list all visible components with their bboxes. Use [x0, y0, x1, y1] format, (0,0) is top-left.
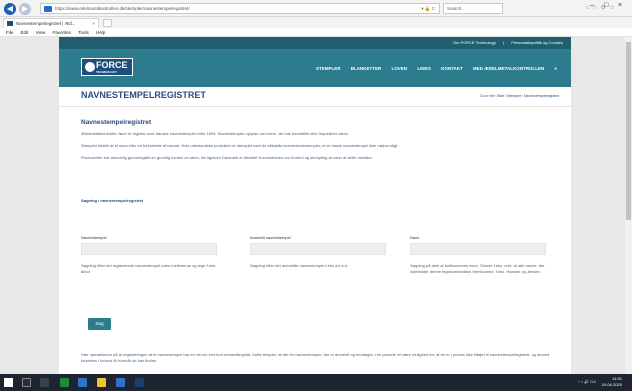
top-links-divider: |: [503, 40, 505, 45]
page-title: NAVNESTEMPELREGISTRET: [81, 90, 206, 100]
scrollbar[interactable]: [625, 37, 632, 374]
minimize-button[interactable]: –: [590, 2, 594, 9]
clock-date: 24-04-2020: [601, 382, 622, 387]
page-container: Om FORCE Technology | Persondatapolitik …: [59, 37, 571, 374]
site-icon: [44, 6, 52, 12]
forward-button[interactable]: ▶: [19, 3, 31, 15]
nav-kontakt[interactable]: KONTAKT: [441, 66, 463, 71]
ie-icon[interactable]: [78, 378, 87, 387]
scrollbar-thumb[interactable]: [626, 42, 631, 220]
taskbar: ^ ⌂ 🔊 DA 11:51 24-04-2020: [0, 374, 632, 391]
content-heading: Navnestempelregistret: [81, 119, 152, 126]
word-icon[interactable]: [116, 378, 125, 387]
menu-favorites[interactable]: Favorites: [53, 30, 72, 35]
logo-text: FORCE: [96, 60, 128, 70]
task-view-icon[interactable]: [40, 378, 49, 387]
main-nav: STEMPLER BLANKETTER LOVEN LINKS KONTAKT …: [307, 66, 557, 71]
tab-navnestempelregistret[interactable]: Navnestempelregistret | Æd... ×: [3, 18, 99, 28]
nav-med-aedelmetal[interactable]: MED ÆDELMETALKONTROLLEN: [473, 66, 544, 71]
back-button[interactable]: ◀: [4, 3, 16, 15]
maximize-button[interactable]: □: [604, 2, 608, 9]
top-links-bar: Om FORCE Technology | Persondatapolitik …: [59, 37, 571, 49]
link-om-force[interactable]: Om FORCE Technology: [453, 40, 496, 45]
address-controls[interactable]: ▾ 🔒 C: [421, 4, 435, 13]
menu-file[interactable]: File: [6, 30, 13, 35]
windows-start-icon[interactable]: [4, 378, 13, 387]
tab-close-icon[interactable]: ×: [92, 19, 95, 28]
favicon-icon: [7, 21, 13, 26]
menu-help[interactable]: Help: [96, 30, 105, 35]
clock[interactable]: 11:51 24-04-2020: [602, 376, 622, 388]
field-help: Søgning efter det anmeldte navnestempel …: [250, 263, 347, 268]
search-section-link[interactable]: Søgning i navnestempelregistret: [81, 198, 143, 203]
navnestempel-input[interactable]: [81, 243, 217, 255]
outlook-icon[interactable]: [135, 378, 144, 387]
intro-content: Navnestempelregistret Ædelmetalkontrolle…: [81, 119, 551, 167]
footer-note: Vær opmærksom på at registreringen af et…: [81, 352, 550, 363]
field-navn: Navn Søgning på dele af butiksnavnes nav…: [410, 235, 546, 275]
field-label: Navn: [410, 235, 420, 240]
logo-circle-icon: [85, 62, 95, 72]
nav-links[interactable]: LINKS: [417, 66, 431, 71]
field-help: Søgning på dele af butiksnavnes navn. Sk…: [410, 263, 545, 274]
browser-toolbar: ◀ ▶ https://www.edelmetalkontrollen.dk/s…: [0, 0, 632, 17]
nav-loven[interactable]: LOVEN: [392, 66, 408, 71]
nav-stempler[interactable]: STEMPLER: [316, 66, 341, 71]
address-bar[interactable]: https://www.edelmetalkontrollen.dk/stemp…: [40, 3, 440, 14]
field-label: Anmeldt navnestempel: [250, 235, 291, 240]
search-input[interactable]: Search...: [443, 3, 503, 14]
menu-tools[interactable]: Tools: [78, 30, 89, 35]
menu-edit[interactable]: Edit: [21, 30, 29, 35]
search-taskbar-icon[interactable]: [22, 378, 31, 387]
menu-bar: File Edit View Favorites Tools Help: [0, 28, 632, 37]
new-tab-button[interactable]: [103, 19, 112, 27]
address-text: https://www.edelmetalkontrollen.dk/stemp…: [55, 6, 190, 11]
intro-paragraph-3: Producenter har ansvarlig gennemgået en …: [81, 155, 373, 160]
excel-icon[interactable]: [60, 378, 69, 387]
title-bar: NAVNESTEMPELREGISTRET Du er her: Start /…: [59, 87, 571, 107]
web-page: Om FORCE Technology | Persondatapolitik …: [0, 37, 632, 374]
anmeldt-navnestempel-input[interactable]: [250, 243, 386, 255]
close-button[interactable]: ×: [618, 2, 622, 9]
logo-subtext: TECHNOLOGY: [96, 70, 118, 74]
field-help: Søgning efter det registrerede navnestem…: [81, 263, 217, 274]
system-tray[interactable]: ^ ⌂ 🔊 DA: [578, 379, 596, 384]
nav-blanketter[interactable]: BLANKETTER: [351, 66, 382, 71]
search-button[interactable]: Søg: [88, 318, 111, 330]
tab-row: Navnestempelregistret | Æd... ×: [0, 17, 632, 28]
field-anmeldt-navnestempel: Anmeldt navnestempel Søgning efter det a…: [250, 235, 386, 269]
intro-paragraph-2: Stemplet består af et navn eller en fork…: [81, 143, 399, 148]
navn-input[interactable]: [410, 243, 546, 255]
breadcrumb[interactable]: Du er her: Start / Stempler / Navnestemp…: [480, 94, 559, 98]
tab-label: Navnestempelregistret | Æd...: [16, 21, 76, 26]
intro-paragraph-1: Ædelmetalkontrollen fører et register ov…: [81, 131, 350, 136]
force-logo[interactable]: FORCE TECHNOLOGY: [81, 58, 133, 76]
field-label: Navnestempel: [81, 235, 107, 240]
field-navnestempel: Navnestempel Søgning efter det registrer…: [81, 235, 217, 275]
file-explorer-icon[interactable]: [97, 378, 106, 387]
site-header: FORCE TECHNOLOGY STEMPLER BLANKETTER LOV…: [59, 49, 571, 87]
menu-view[interactable]: View: [36, 30, 46, 35]
link-persondata[interactable]: Persondatapolitik og Cookies: [511, 40, 563, 45]
search-icon[interactable]: ⌕: [554, 66, 557, 71]
